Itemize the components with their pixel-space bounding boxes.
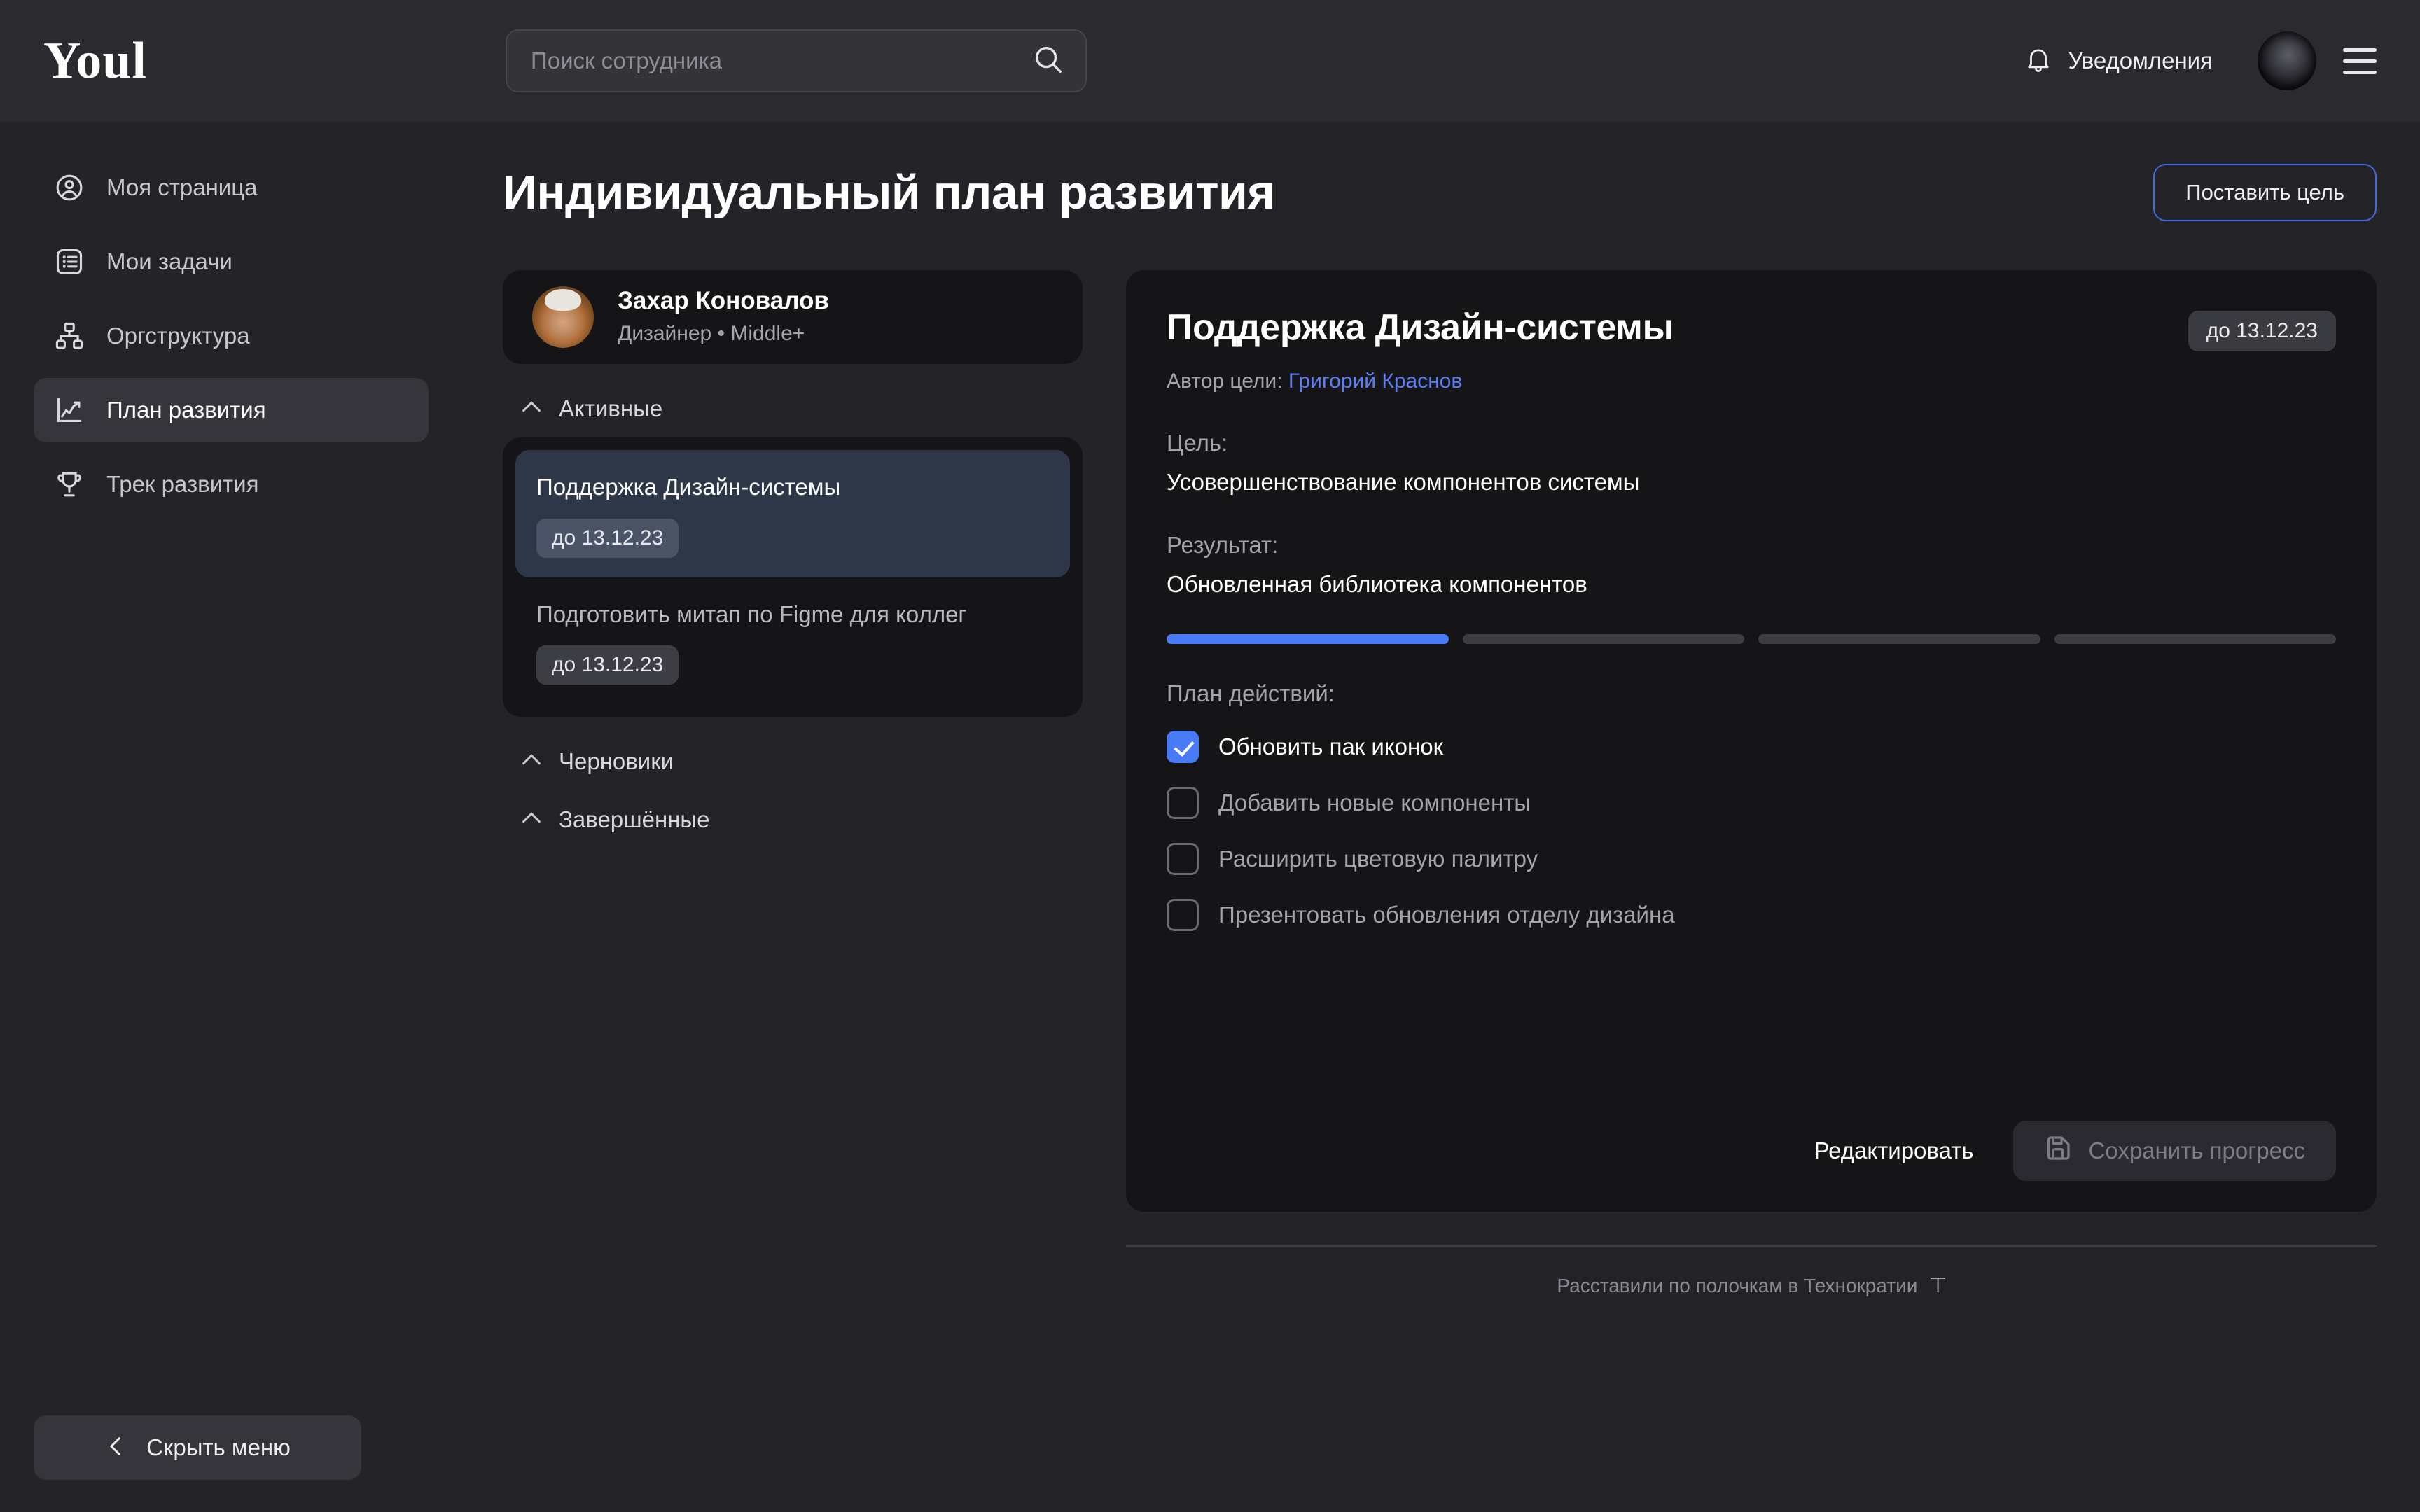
sidebar-item-development-plan[interactable]: План развития	[34, 378, 429, 442]
content-columns: Захар Коновалов Дизайнер • Middle+ Актив…	[503, 270, 2377, 1512]
user-circle-icon	[53, 172, 85, 204]
profile-avatar	[532, 286, 594, 348]
goal-card[interactable]: Поддержка Дизайн-системы до 13.12.23	[515, 450, 1070, 578]
goal-card-date: до 13.12.23	[536, 645, 679, 685]
goal-detail-panel: Поддержка Дизайн-системы до 13.12.23 Авт…	[1126, 270, 2377, 1212]
checklist-item-label: Добавить новые компоненты	[1218, 790, 1531, 816]
sidebar-item-my-tasks[interactable]: Мои задачи	[34, 230, 429, 294]
sidebar-item-org-structure[interactable]: Оргструктура	[34, 304, 429, 368]
goal-detail-header: Поддержка Дизайн-системы до 13.12.23	[1167, 307, 2336, 351]
result-field-label: Результат:	[1167, 532, 1279, 558]
technocracy-logo-icon: ⊤	[1928, 1274, 1947, 1297]
edit-button[interactable]: Редактировать	[1807, 1126, 1981, 1175]
footer: Расставили по полочкам в Технократии ⊤	[1126, 1245, 2377, 1319]
chevron-up-icon	[520, 806, 543, 833]
sidebar-item-label: Трек развития	[106, 471, 259, 497]
checklist-item[interactable]: Обновить пак иконок	[1167, 731, 2336, 763]
app-logo[interactable]: Youl	[43, 31, 506, 91]
hide-menu-label: Скрыть меню	[146, 1434, 291, 1460]
section-label: Черновики	[559, 748, 674, 774]
hamburger-menu-icon[interactable]	[2343, 48, 2377, 74]
progress-segment	[1462, 634, 1744, 644]
goal-card[interactable]: Подготовить митап по Figme для коллег до…	[515, 578, 1070, 705]
goal-author-link[interactable]: Григорий Краснов	[1288, 370, 1463, 393]
section-header-completed[interactable]: Завершённые	[520, 806, 1083, 833]
save-progress-button[interactable]: Сохранить прогресс	[2012, 1121, 2336, 1181]
goal-detail-date-badge: до 13.12.23	[2188, 311, 2336, 351]
sidebar-item-label: Мои задачи	[106, 248, 232, 274]
profile-name: Захар Коновалов	[618, 287, 829, 315]
sidebar: Моя страница Мои задачи Оргструктура Пла…	[0, 122, 462, 1512]
sidebar-item-label: Оргструктура	[106, 323, 250, 349]
section-label: Активные	[559, 395, 663, 421]
result-field-value: Обновленная библиотека компонентов	[1167, 571, 1587, 597]
progress-bar	[1167, 634, 2336, 644]
goal-card-date: до 13.12.23	[536, 518, 679, 558]
chevron-up-icon	[520, 395, 543, 422]
search-bar[interactable]	[506, 29, 1087, 92]
goal-card-title: Поддержка Дизайн-системы	[536, 474, 841, 500]
top-header: Youl Уведомления	[0, 0, 2420, 122]
search-input[interactable]	[531, 48, 1032, 74]
page-title: Индивидуальный план развития	[503, 166, 1275, 219]
hide-menu-button[interactable]: Скрыть меню	[34, 1415, 361, 1480]
main-content: Индивидуальный план развития Поставить ц…	[462, 122, 2420, 1512]
list-icon	[53, 246, 85, 278]
profile-text: Захар Коновалов Дизайнер • Middle+	[618, 286, 829, 349]
active-goals-list: Поддержка Дизайн-системы до 13.12.23 Под…	[503, 438, 1083, 718]
sidebar-item-development-track[interactable]: Трек развития	[34, 452, 429, 517]
app-root: Youl Уведомления	[0, 0, 2420, 1512]
user-avatar[interactable]	[2258, 31, 2316, 90]
goal-detail-title: Поддержка Дизайн-системы	[1167, 307, 1674, 348]
search-icon[interactable]	[1032, 43, 1064, 79]
chevron-up-icon	[520, 748, 543, 775]
checkbox-icon[interactable]	[1167, 899, 1199, 931]
goal-field-value: Усовершенствование компонентов системы	[1167, 469, 1640, 495]
sidebar-item-label: План развития	[106, 397, 266, 423]
checklist-item-label: Презентовать обновления отделу дизайна	[1218, 902, 1675, 927]
progress-segment	[1758, 634, 2040, 644]
page-body: Моя страница Мои задачи Оргструктура Пла…	[0, 122, 2420, 1512]
checklist-item[interactable]: Расширить цветовую палитру	[1167, 843, 2336, 875]
growth-chart-icon	[53, 394, 85, 426]
checklist-item-label: Расширить цветовую палитру	[1218, 846, 1538, 872]
footer-text: Расставили по полочкам в Технократии	[1557, 1274, 1918, 1296]
goal-field-label: Цель:	[1167, 430, 1228, 456]
section-header-active[interactable]: Активные	[520, 395, 1083, 422]
profile-card[interactable]: Захар Коновалов Дизайнер • Middle+	[503, 270, 1083, 364]
goals-column: Захар Коновалов Дизайнер • Middle+ Актив…	[503, 270, 1083, 1512]
goal-author-label: Автор цели:	[1167, 370, 1283, 393]
sidebar-item-my-page[interactable]: Моя страница	[34, 155, 429, 220]
checkbox-checked-icon[interactable]	[1167, 731, 1199, 763]
checklist-item[interactable]: Презентовать обновления отделу дизайна	[1167, 899, 2336, 931]
goal-detail-column: Поддержка Дизайн-системы до 13.12.23 Авт…	[1126, 270, 2377, 1512]
progress-segment	[2054, 634, 2336, 644]
floppy-disk-icon	[2044, 1134, 2072, 1168]
section-header-drafts[interactable]: Черновики	[520, 748, 1083, 775]
goal-detail-actions: Редактировать Сохранить прогресс	[1167, 1079, 2336, 1181]
section-label: Завершённые	[559, 806, 710, 832]
notifications-label: Уведомления	[2068, 48, 2213, 74]
goal-author: Автор цели: Григорий Краснов	[1167, 370, 2336, 393]
checklist-item-label: Обновить пак иконок	[1218, 734, 1444, 760]
progress-segment	[1167, 634, 1449, 644]
save-progress-label: Сохранить прогресс	[2088, 1138, 2305, 1163]
header-right-group: Уведомления	[2024, 0, 2377, 122]
set-goal-button[interactable]: Поставить цель	[2153, 164, 2377, 221]
sidebar-item-label: Моя страница	[106, 174, 258, 200]
org-chart-icon	[53, 320, 85, 352]
profile-role: Дизайнер • Middle+	[618, 321, 805, 345]
chevron-left-icon	[104, 1434, 128, 1462]
bell-icon	[2024, 45, 2053, 78]
notifications-button[interactable]: Уведомления	[2024, 45, 2213, 78]
trophy-icon	[53, 468, 85, 500]
checkbox-icon[interactable]	[1167, 843, 1199, 875]
checkbox-icon[interactable]	[1167, 787, 1199, 819]
page-header: Индивидуальный план развития Поставить ц…	[503, 164, 2377, 221]
action-plan-label: План действий:	[1167, 680, 1335, 706]
goal-card-title: Подготовить митап по Figme для коллег	[536, 601, 967, 627]
checklist-item[interactable]: Добавить новые компоненты	[1167, 787, 2336, 819]
